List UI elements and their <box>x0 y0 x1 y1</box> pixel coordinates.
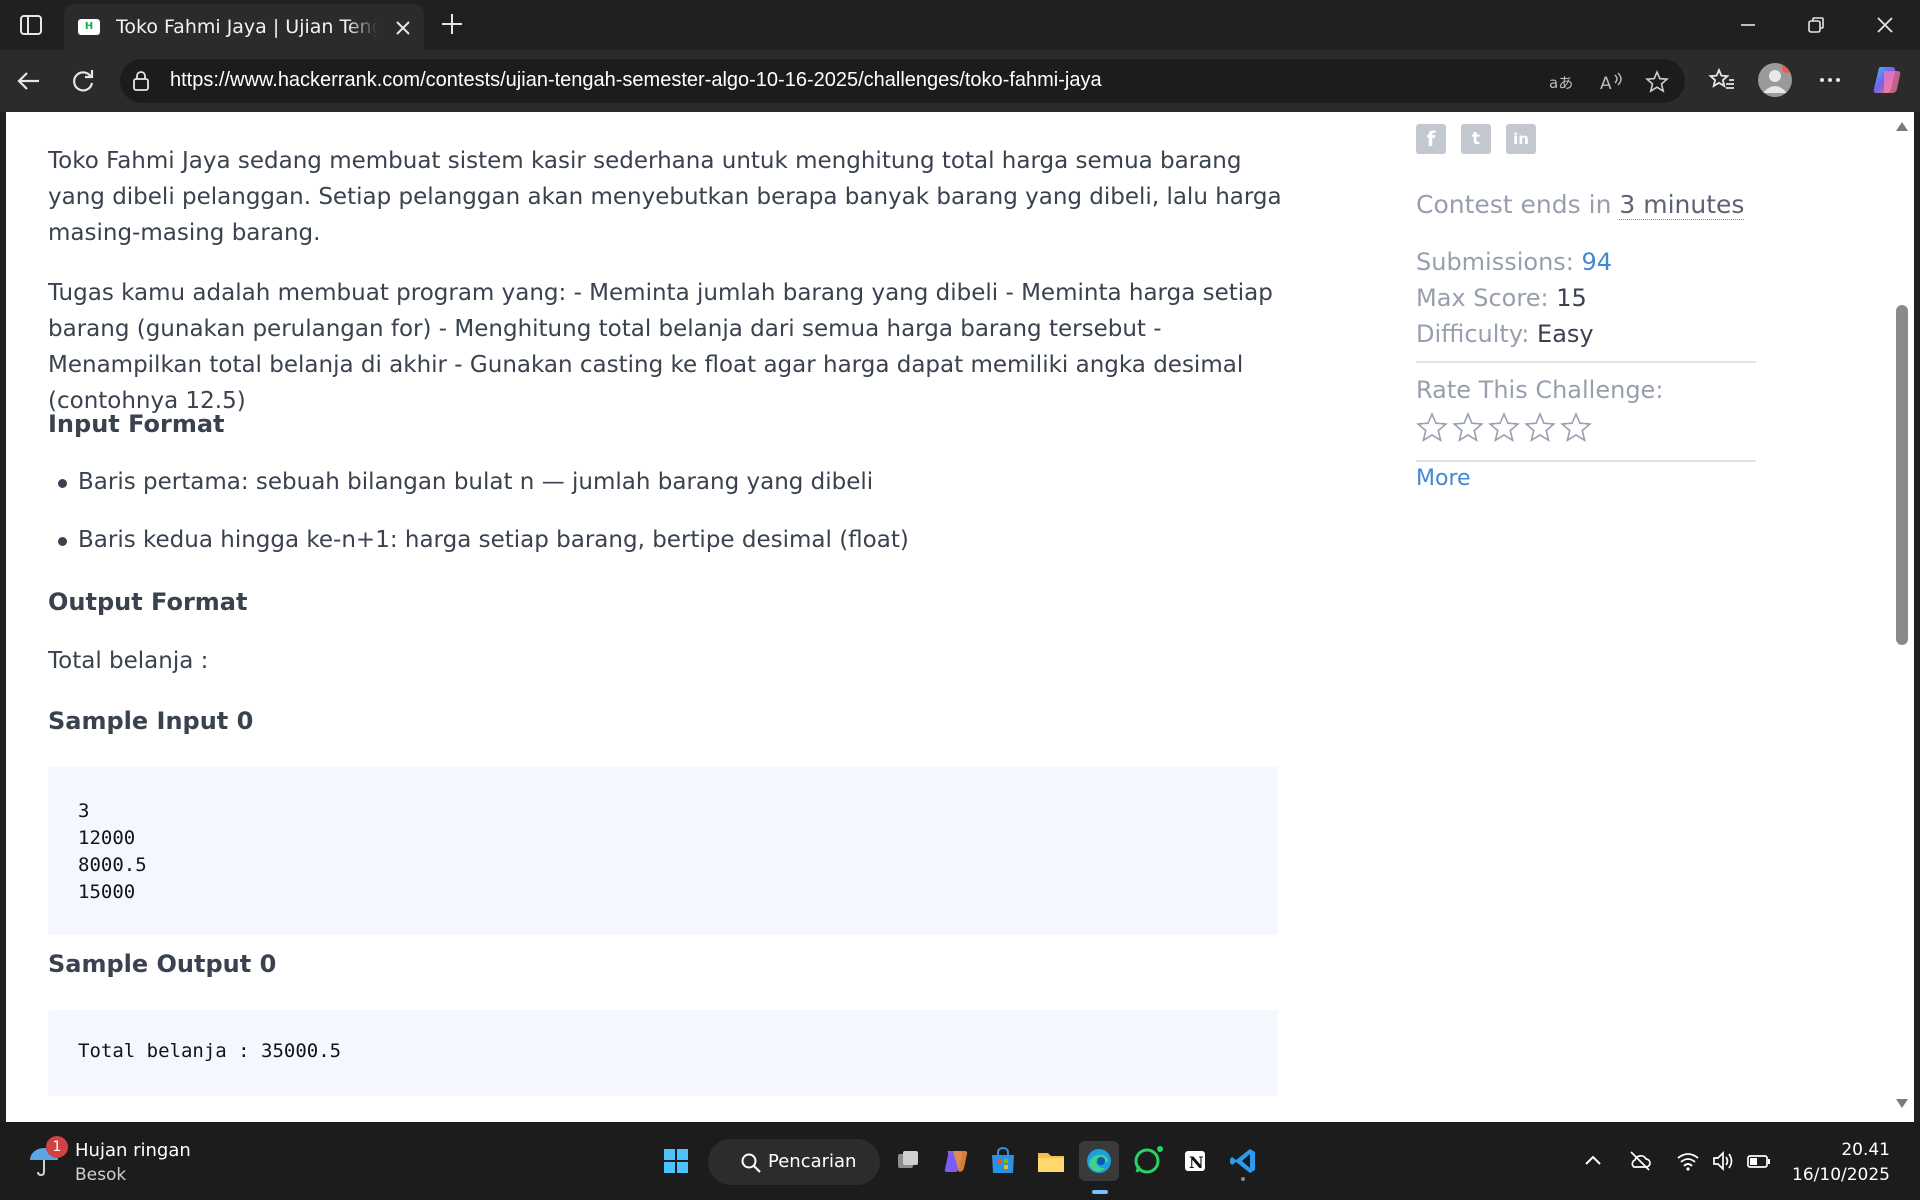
contest-timer: Contest ends in 3 minutes <box>1416 190 1745 220</box>
copilot-icon[interactable] <box>1870 63 1904 97</box>
rating-star-icon[interactable] <box>1524 412 1556 444</box>
input-format-heading: Input Format <box>48 410 225 438</box>
read-aloud-icon[interactable]: A <box>1598 69 1624 95</box>
rating-star-icon[interactable] <box>1452 412 1484 444</box>
volume-icon[interactable] <box>1710 1148 1736 1174</box>
refresh-icon[interactable] <box>68 66 98 96</box>
rating-star-icon[interactable] <box>1416 412 1448 444</box>
linkedin-icon[interactable]: in <box>1506 124 1536 154</box>
window-close-icon[interactable] <box>1872 12 1898 38</box>
submissions-stat: Submissions: 94 <box>1416 248 1613 276</box>
taskbar-search[interactable]: Pencarian <box>708 1139 880 1185</box>
intro-paragraph: Toko Fahmi Jaya sedang membuat sistem ka… <box>48 148 1282 246</box>
clock-time[interactable]: 20.41 <box>1841 1140 1890 1160</box>
difficulty-stat: Difficulty: Easy <box>1416 320 1594 348</box>
svg-text:aあ: aあ <box>1549 74 1573 92</box>
divider <box>1416 361 1756 363</box>
restore-icon[interactable] <box>1803 12 1829 38</box>
whatsapp-icon[interactable] <box>1127 1141 1167 1181</box>
more-link[interactable]: More <box>1416 466 1471 491</box>
svg-text:N: N <box>1189 1153 1204 1172</box>
active-app-indicator <box>1092 1190 1108 1194</box>
output-format-text: Total belanja : <box>48 648 209 674</box>
window-edge <box>1914 112 1920 1122</box>
notification-badge: 1 <box>46 1136 68 1158</box>
task-paragraph: Tugas kamu adalah membuat program yang: … <box>48 280 1273 414</box>
scrollbar-thumb[interactable] <box>1896 305 1908 645</box>
active-tab[interactable]: H Toko Fahmi Jaya | Ujian Tengah Semeste… <box>64 4 424 50</box>
weather-subtitle[interactable]: Besok <box>75 1165 126 1185</box>
search-label: Pencarian <box>768 1151 857 1172</box>
sample-input-heading: Sample Input 0 <box>48 707 254 735</box>
svg-text:A: A <box>1600 74 1612 94</box>
output-format-heading: Output Format <box>48 588 248 616</box>
scroll-down-icon[interactable] <box>1895 1098 1909 1110</box>
edge-app-button[interactable] <box>1079 1141 1119 1181</box>
sample-input-block[interactable]: 3 12000 8000.5 15000 <box>48 767 1278 935</box>
star-icon[interactable] <box>1644 69 1670 95</box>
divider <box>1416 460 1756 462</box>
sidebar-toggle-icon[interactable] <box>18 12 44 38</box>
file-explorer-icon[interactable] <box>1031 1141 1071 1181</box>
profile-icon[interactable] <box>1758 63 1792 97</box>
sample-output-heading: Sample Output 0 <box>48 950 277 978</box>
browser-toolbar: https://www.hackerrank.com/contests/ujia… <box>0 50 1920 112</box>
copilot-app-icon[interactable] <box>935 1141 975 1181</box>
twitter-icon[interactable]: t <box>1461 124 1491 154</box>
back-icon[interactable] <box>14 66 44 96</box>
vscode-icon[interactable] <box>1223 1141 1263 1181</box>
notion-icon[interactable]: N <box>1175 1141 1215 1181</box>
sample-output-code[interactable]: Total belanja : 35000.5 <box>78 1038 341 1065</box>
store-icon[interactable] <box>983 1141 1023 1181</box>
page-viewport[interactable]: Toko Fahmi Jaya sedang membuat sistem ka… <box>6 112 1892 1122</box>
favorites-icon[interactable] <box>1707 65 1737 95</box>
hackerrank-favicon: H <box>78 19 100 35</box>
scroll-up-icon[interactable] <box>1895 120 1909 132</box>
plus-icon[interactable] <box>438 10 466 38</box>
search-icon <box>741 1153 761 1173</box>
max-score-stat: Max Score: 15 <box>1416 284 1587 312</box>
rating-star-icon[interactable] <box>1488 412 1520 444</box>
submissions-link[interactable]: 94 <box>1582 248 1613 276</box>
taskbar: 1 Hujan ringan Besok Pencarian N 20.41 1… <box>0 1122 1920 1200</box>
contest-ends-value: 3 minutes <box>1619 190 1745 220</box>
translate-icon[interactable]: aあ <box>1548 69 1574 95</box>
edge-icon <box>1087 1149 1111 1173</box>
windows-start-icon[interactable] <box>656 1141 696 1181</box>
battery-icon[interactable] <box>1746 1148 1772 1174</box>
tab-title: Toko Fahmi Jaya | Ujian Tengah Semester <box>116 16 378 38</box>
cloud-off-icon[interactable] <box>1627 1148 1653 1174</box>
rating-star-icon[interactable] <box>1560 412 1592 444</box>
weather-title[interactable]: Hujan ringan <box>75 1140 191 1161</box>
wifi-icon[interactable] <box>1675 1148 1701 1174</box>
url-text[interactable]: https://www.hackerrank.com/contests/ujia… <box>170 69 1102 92</box>
chevron-up-icon[interactable] <box>1580 1148 1606 1174</box>
facebook-icon[interactable]: f <box>1416 124 1446 154</box>
close-icon[interactable] <box>390 15 416 41</box>
more-icon[interactable] <box>1815 65 1845 95</box>
sample-output-block[interactable]: Total belanja : 35000.5 <box>48 1010 1278 1096</box>
sample-input-code[interactable]: 3 12000 8000.5 15000 <box>78 798 147 906</box>
lock-icon[interactable] <box>130 70 152 92</box>
minimize-icon[interactable] <box>1735 12 1761 38</box>
browser-tab-strip: H Toko Fahmi Jaya | Ujian Tengah Semeste… <box>0 0 1920 50</box>
rate-challenge-label: Rate This Challenge: <box>1416 376 1664 404</box>
address-bar[interactable]: https://www.hackerrank.com/contests/ujia… <box>120 59 1685 103</box>
task-view-icon[interactable] <box>888 1141 928 1181</box>
clock-date[interactable]: 16/10/2025 <box>1792 1165 1890 1185</box>
